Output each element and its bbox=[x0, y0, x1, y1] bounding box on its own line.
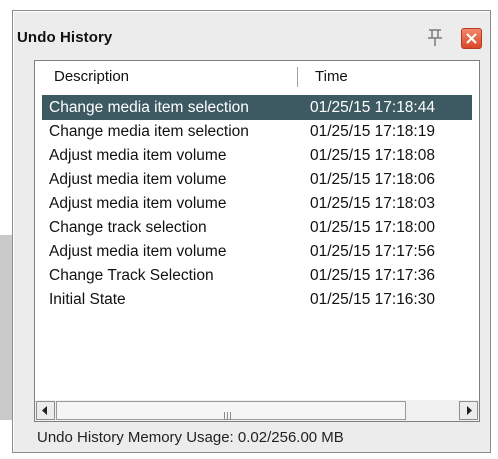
row-time: 01/25/15 17:18:08 bbox=[310, 147, 435, 164]
list-item[interactable]: Adjust media item volume 01/25/15 17:18:… bbox=[42, 143, 472, 168]
scroll-thumb[interactable] bbox=[56, 401, 406, 420]
list-item[interactable]: Adjust media item volume 01/25/15 17:17:… bbox=[42, 239, 472, 264]
row-time: 01/25/15 17:18:06 bbox=[310, 171, 435, 188]
list-item[interactable]: Change track selection 01/25/15 17:18:00 bbox=[42, 215, 472, 240]
row-time: 01/25/15 17:18:00 bbox=[310, 219, 435, 236]
row-time: 01/25/15 17:16:30 bbox=[310, 291, 435, 308]
scroll-left-button[interactable] bbox=[36, 401, 55, 420]
column-header-time[interactable]: Time bbox=[315, 68, 348, 85]
scroll-grip bbox=[224, 407, 233, 425]
row-time: 01/25/15 17:18:03 bbox=[310, 195, 435, 212]
row-description: Adjust media item volume bbox=[49, 195, 227, 212]
row-time: 01/25/15 17:17:56 bbox=[310, 243, 435, 260]
row-description: Adjust media item volume bbox=[49, 147, 227, 164]
list-item[interactable]: Change media item selection 01/25/15 17:… bbox=[42, 95, 472, 120]
pin-icon[interactable] bbox=[425, 28, 445, 48]
row-description: Change media item selection bbox=[49, 99, 249, 116]
row-description: Change media item selection bbox=[49, 123, 249, 140]
row-description: Adjust media item volume bbox=[49, 243, 227, 260]
row-time: 01/25/15 17:18:44 bbox=[310, 99, 435, 116]
undo-history-list[interactable]: Description Time Change media item selec… bbox=[34, 60, 480, 422]
horizontal-scrollbar[interactable] bbox=[35, 400, 479, 421]
scroll-left-icon bbox=[42, 406, 47, 415]
column-divider[interactable] bbox=[297, 67, 298, 87]
list-item[interactable]: Change media item selection 01/25/15 17:… bbox=[42, 119, 472, 144]
row-time: 01/25/15 17:17:36 bbox=[310, 267, 435, 284]
memory-usage-status: Undo History Memory Usage: 0.02/256.00 M… bbox=[37, 429, 344, 446]
list-item[interactable]: Change Track Selection 01/25/15 17:17:36 bbox=[42, 263, 472, 288]
row-description: Initial State bbox=[49, 291, 126, 308]
column-header-description[interactable]: Description bbox=[54, 68, 129, 85]
list-header: Description Time bbox=[35, 61, 479, 91]
row-description: Change track selection bbox=[49, 219, 207, 236]
row-time: 01/25/15 17:18:19 bbox=[310, 123, 435, 140]
scroll-right-icon bbox=[467, 406, 472, 415]
list-item[interactable]: Adjust media item volume 01/25/15 17:18:… bbox=[42, 167, 472, 192]
row-description: Adjust media item volume bbox=[49, 171, 227, 188]
window-title: Undo History bbox=[17, 29, 113, 46]
scroll-right-button[interactable] bbox=[459, 401, 478, 420]
close-icon[interactable] bbox=[461, 28, 482, 49]
list-item[interactable]: Adjust media item volume 01/25/15 17:18:… bbox=[42, 191, 472, 216]
undo-history-window: Undo History Description Time Change med… bbox=[12, 10, 491, 453]
title-bar: Undo History bbox=[15, 13, 488, 49]
row-description: Change Track Selection bbox=[49, 267, 214, 284]
list-item[interactable]: Initial State 01/25/15 17:16:30 bbox=[42, 287, 472, 312]
